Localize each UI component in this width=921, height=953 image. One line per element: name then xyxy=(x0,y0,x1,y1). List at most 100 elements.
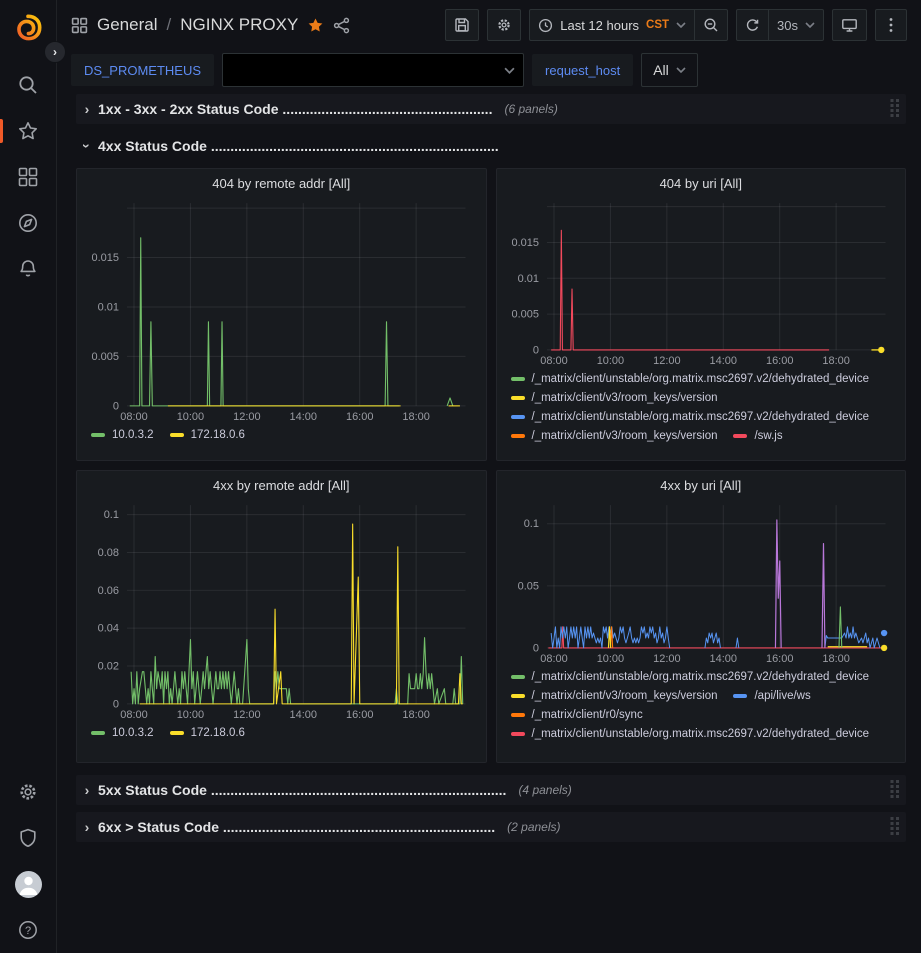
legend-item[interactable]: 10.0.3.2 xyxy=(91,727,154,739)
row-chevron-icon: › xyxy=(80,101,94,117)
row-header-row-1xx[interactable]: ›1xx - 3xx - 2xx Status Code ...........… xyxy=(76,94,906,124)
svg-text:10:00: 10:00 xyxy=(596,653,623,665)
svg-text:0.05: 0.05 xyxy=(517,580,538,592)
save-icon xyxy=(454,17,470,33)
legend-label: /_matrix/client/unstable/org.matrix.msc2… xyxy=(532,373,870,385)
svg-text:10:00: 10:00 xyxy=(596,355,623,367)
sidebar-item-configuration[interactable] xyxy=(0,769,56,815)
svg-text:16:00: 16:00 xyxy=(346,411,373,423)
legend-item[interactable]: 172.18.0.6 xyxy=(170,727,245,739)
datasource-select[interactable] xyxy=(222,53,524,87)
gear-icon xyxy=(496,17,512,33)
page-title[interactable]: NGINX PROXY xyxy=(180,15,298,35)
legend-item[interactable]: /sw.js xyxy=(733,430,782,442)
legend-item[interactable]: /_matrix/client/unstable/org.matrix.msc2… xyxy=(511,411,870,423)
request-host-select[interactable]: All xyxy=(641,53,698,87)
refresh-interval-dropdown[interactable]: 30s xyxy=(769,9,824,41)
legend-label: 10.0.3.2 xyxy=(112,727,154,739)
shield-icon xyxy=(17,827,39,849)
legend-item[interactable]: /_matrix/client/unstable/org.matrix.msc2… xyxy=(511,373,870,385)
svg-text:08:00: 08:00 xyxy=(540,355,567,367)
sidebar-expand-button[interactable]: › xyxy=(44,41,66,63)
sidebar-item-explore[interactable] xyxy=(0,200,56,246)
grafana-logo[interactable] xyxy=(0,8,56,48)
row-header-row-4xx[interactable]: ›4xx Status Code .......................… xyxy=(76,131,906,161)
legend-swatch xyxy=(511,415,525,419)
sidebar-item-server-admin[interactable] xyxy=(0,815,56,861)
legend-item[interactable]: /_matrix/client/v3/room_keys/version xyxy=(511,690,718,702)
legend-item[interactable]: /_matrix/client/r0/sync xyxy=(511,709,643,721)
legend-item[interactable]: /_matrix/client/unstable/org.matrix.msc2… xyxy=(511,728,870,740)
row-header-row-6xx[interactable]: ›6xx > Status Code .....................… xyxy=(76,812,906,842)
panel-title[interactable]: 404 by remote addr [All] xyxy=(85,169,478,197)
svg-text:14:00: 14:00 xyxy=(290,411,317,423)
legend-item[interactable]: /_matrix/client/v3/room_keys/version xyxy=(511,430,718,442)
svg-text:0.04: 0.04 xyxy=(98,623,119,635)
panel-legend: /_matrix/client/unstable/org.matrix.msc2… xyxy=(505,667,898,758)
row-header-row-5xx[interactable]: ›5xx Status Code .......................… xyxy=(76,775,906,805)
sidebar-item-alerting[interactable] xyxy=(0,246,56,292)
chart-canvas[interactable]: 00.050.108:0010:0012:0014:0016:0018:00 xyxy=(505,499,898,667)
row-panel-count: (4 panels) xyxy=(518,783,571,797)
chart-canvas[interactable]: 00.0050.010.01508:0010:0012:0014:0016:00… xyxy=(505,197,898,369)
time-range-button[interactable]: Last 12 hours CST xyxy=(529,9,695,41)
refresh-icon xyxy=(745,18,760,33)
legend-item[interactable]: 10.0.3.2 xyxy=(91,429,154,441)
svg-text:0.1: 0.1 xyxy=(523,518,538,530)
row-chevron-icon: › xyxy=(80,819,94,835)
legend-swatch xyxy=(511,675,525,679)
zoom-out-button[interactable] xyxy=(695,9,728,41)
svg-text:0.005: 0.005 xyxy=(92,351,119,363)
sidebar-item-dashboards[interactable] xyxy=(0,154,56,200)
legend-item[interactable]: 172.18.0.6 xyxy=(170,429,245,441)
svg-text:08:00: 08:00 xyxy=(120,709,147,721)
sidebar-item-help[interactable]: ? xyxy=(0,907,56,953)
legend-label: /_matrix/client/v3/room_keys/version xyxy=(532,690,718,702)
variable-label-datasource[interactable]: DS_PROMETHEUS xyxy=(71,54,214,86)
refresh-interval-label: 30s xyxy=(777,18,798,33)
legend-item[interactable]: /_matrix/client/v3/room_keys/version xyxy=(511,392,718,404)
row-drag-handle[interactable] xyxy=(890,815,900,840)
chevron-down-icon xyxy=(805,22,815,28)
avatar xyxy=(15,871,42,898)
row-drag-handle[interactable] xyxy=(890,778,900,803)
chart-canvas[interactable]: 00.020.040.060.080.108:0010:0012:0014:00… xyxy=(85,499,478,723)
legend-swatch xyxy=(91,731,105,735)
svg-text:08:00: 08:00 xyxy=(120,411,147,423)
svg-text:0.01: 0.01 xyxy=(517,273,538,285)
legend-swatch xyxy=(511,396,525,400)
dashboards-grid-icon[interactable] xyxy=(71,17,88,34)
apps-grid-icon xyxy=(17,166,39,188)
help-icon: ? xyxy=(17,919,39,941)
panel-title[interactable]: 4xx by uri [All] xyxy=(505,471,898,499)
dashboard-settings-button[interactable] xyxy=(487,9,521,41)
legend-swatch xyxy=(170,433,184,437)
active-item-accent xyxy=(0,119,3,143)
chart-canvas[interactable]: 00.0050.010.01508:0010:0012:0014:0016:00… xyxy=(85,197,478,425)
sidebar-item-profile[interactable] xyxy=(0,861,56,907)
panel-1: 404 by uri [All]00.0050.010.01508:0010:0… xyxy=(496,168,907,461)
refresh-button[interactable] xyxy=(736,9,769,41)
tv-mode-button[interactable] xyxy=(832,9,867,41)
svg-text:0.015: 0.015 xyxy=(92,252,119,264)
variable-label-request-host[interactable]: request_host xyxy=(532,54,633,86)
legend-item[interactable]: /_matrix/client/unstable/org.matrix.msc2… xyxy=(511,671,870,683)
legend-label: /_matrix/client/v3/room_keys/version xyxy=(532,430,718,442)
kebab-menu-button[interactable] xyxy=(875,9,907,41)
svg-text:18:00: 18:00 xyxy=(822,355,849,367)
bell-icon xyxy=(17,258,39,280)
share-icon[interactable] xyxy=(333,17,350,34)
svg-text:10:00: 10:00 xyxy=(177,411,204,423)
legend-label: /_matrix/client/unstable/org.matrix.msc2… xyxy=(532,728,870,740)
panel-title[interactable]: 4xx by remote addr [All] xyxy=(85,471,478,499)
search-icon xyxy=(17,74,39,96)
row-drag-handle[interactable] xyxy=(890,97,900,122)
sidebar-item-starred[interactable] xyxy=(0,108,56,154)
panel-title[interactable]: 404 by uri [All] xyxy=(505,169,898,197)
svg-text:14:00: 14:00 xyxy=(709,355,736,367)
breadcrumb-section[interactable]: General xyxy=(97,15,157,35)
favorite-star-icon[interactable] xyxy=(307,17,324,34)
sidebar-item-search[interactable] xyxy=(0,62,56,108)
save-dashboard-button[interactable] xyxy=(445,9,479,41)
legend-item[interactable]: /api/live/ws xyxy=(733,690,810,702)
